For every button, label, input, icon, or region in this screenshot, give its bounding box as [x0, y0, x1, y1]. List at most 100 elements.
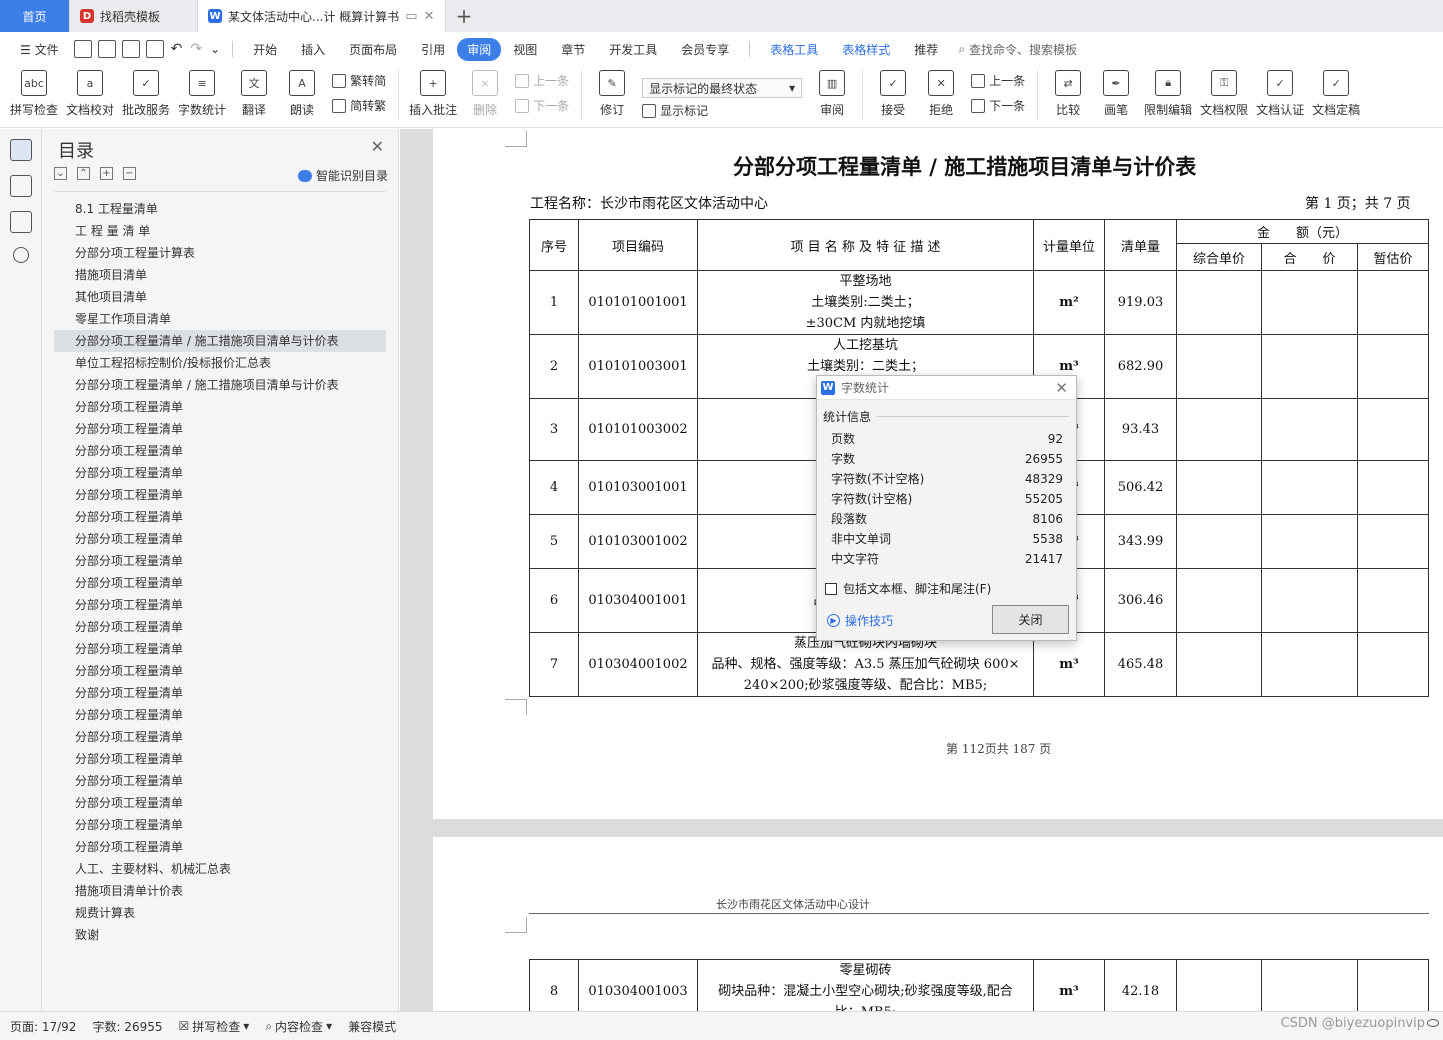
toc-item[interactable]: 分部分项工程量清单 [54, 726, 386, 748]
new-tab-button[interactable]: + [446, 0, 482, 32]
menu-insert[interactable]: 插入 [289, 41, 337, 58]
status-page[interactable]: 页面: 17/92 [10, 1018, 76, 1035]
toc-item[interactable]: 分部分项工程量清单 [54, 484, 386, 506]
toc-item[interactable]: 人工、主要材料、机械汇总表 [54, 858, 386, 880]
toc-item[interactable]: 措施项目清单计价表 [54, 880, 386, 902]
status-spell-check[interactable]: ☒ 拼写检查 ▾ [179, 1018, 250, 1035]
menu-recommend[interactable]: 推荐 [902, 41, 950, 58]
tab-document[interactable]: W 某文体活动中心...计 概算计算书 ▭ ✕ [198, 0, 446, 32]
tab-home[interactable]: 首页 [0, 0, 70, 32]
translate-button[interactable]: 文翻译 [230, 66, 278, 118]
toc-item[interactable]: 分部分项工程量清单 [54, 704, 386, 726]
tips-link[interactable]: ▶ 操作技巧 [827, 612, 893, 629]
expand-all-icon[interactable]: ⌃ [77, 167, 90, 180]
pen-button[interactable]: ✒ 画笔 [1092, 66, 1140, 118]
file-menu[interactable]: ☰ 文件 [8, 41, 71, 58]
word-count-button[interactable]: ≡ 字数统计 [174, 66, 230, 118]
toc-item[interactable]: 致谢 [54, 924, 386, 946]
correction-service-button[interactable]: ✓ 批改服务 [118, 66, 174, 118]
monitor-icon[interactable]: ▭ [405, 9, 417, 24]
toc-item[interactable]: 单位工程招标控制价/投标报价汇总表 [54, 352, 386, 374]
eye-icon[interactable] [1427, 1019, 1439, 1027]
status-word-count[interactable]: 字数: 26955 [92, 1018, 162, 1035]
toc-item[interactable]: 分部分项工程量清单 [54, 440, 386, 462]
review-pane-button[interactable]: ▥ 审阅 [808, 66, 856, 118]
toc-item[interactable]: 分部分项工程量清单 [54, 594, 386, 616]
close-icon[interactable]: ✕ [371, 137, 384, 156]
toc-item[interactable]: 分部分项工程量清单 [54, 616, 386, 638]
print-preview-icon[interactable] [145, 40, 164, 58]
menu-reference[interactable]: 引用 [409, 41, 457, 58]
tab-template[interactable]: D 找稻壳模板 [70, 0, 198, 32]
print-icon[interactable] [121, 40, 140, 58]
toc-item[interactable]: 分部分项工程量清单 / 施工措施项目清单与计价表 [54, 330, 386, 352]
proofread-button[interactable]: a 文档校对 [62, 66, 118, 118]
toc-item[interactable]: 分部分项工程量清单 [54, 528, 386, 550]
menu-layout[interactable]: 页面布局 [337, 41, 409, 58]
simp-to-trad-button[interactable]: 简转繁 [332, 97, 386, 114]
add-item-icon[interactable]: + [100, 167, 113, 180]
remove-item-icon[interactable]: − [123, 167, 136, 180]
toc-item[interactable]: 分部分项工程量清单 [54, 836, 386, 858]
prev-change-button[interactable]: 上一条 [971, 72, 1025, 89]
toc-item[interactable]: 工 程 量 清 单 [54, 220, 386, 242]
insert-comment-button[interactable]: + 插入批注 [405, 66, 461, 118]
menu-table-style[interactable]: 表格样式 [830, 41, 902, 58]
prev-comment-button[interactable]: 上一条 [515, 72, 569, 89]
smart-toc-button[interactable]: 智能识别目录 [297, 167, 388, 184]
close-icon[interactable]: ✕ [424, 9, 435, 24]
toc-item[interactable]: 分部分项工程量清单 [54, 682, 386, 704]
menu-table-tools[interactable]: 表格工具 [758, 41, 830, 58]
toc-item[interactable]: 规费计算表 [54, 902, 386, 924]
accept-button[interactable]: ✓ 接受 [869, 66, 917, 118]
toc-item[interactable]: 其他项目清单 [54, 286, 386, 308]
quick-access-dropdown-icon[interactable]: ⌄ [210, 42, 220, 56]
undo-icon[interactable]: ↶ [171, 41, 183, 57]
reject-button[interactable]: ✕ 拒绝 [917, 66, 965, 118]
toc-item[interactable]: 分部分项工程量计算表 [54, 242, 386, 264]
menu-member[interactable]: 会员专享 [669, 41, 741, 58]
compare-button[interactable]: ⇄ 比较 [1044, 66, 1092, 118]
trad-to-simp-button[interactable]: 繁转简 [332, 72, 386, 89]
command-search[interactable]: ⌕ 查找命令、搜索模板 [958, 41, 1077, 58]
toc-item[interactable]: 8.1 工程量清单 [54, 198, 386, 220]
redo-icon[interactable]: ↷ [190, 41, 202, 57]
search-icon[interactable] [12, 247, 29, 263]
toc-item[interactable]: 分部分项工程量清单 [54, 660, 386, 682]
toc-item[interactable]: 分部分项工程量清单 [54, 418, 386, 440]
toc-item[interactable]: 零星工作项目清单 [54, 308, 386, 330]
chapter-nav-icon[interactable] [9, 175, 32, 197]
save-icon[interactable] [73, 40, 92, 58]
menu-review[interactable]: 审阅 [457, 37, 502, 61]
doc-certify-button[interactable]: ✓ 文档认证 [1252, 66, 1308, 118]
next-change-button[interactable]: 下一条 [971, 97, 1025, 114]
collapse-all-icon[interactable]: ⌄ [54, 167, 67, 180]
toc-icon[interactable] [9, 139, 32, 161]
show-markup-button[interactable]: 显示标记 [642, 102, 802, 119]
restrict-editing-button[interactable]: 🔒︎ 限制编辑 [1140, 66, 1196, 118]
menu-start[interactable]: 开始 [241, 41, 289, 58]
toc-item[interactable]: 分部分项工程量清单 [54, 638, 386, 660]
checkbox-box[interactable] [825, 582, 837, 595]
toc-item[interactable]: 分部分项工程量清单 / 施工措施项目清单与计价表 [54, 374, 386, 396]
dialog-close-button[interactable]: 关闭 [992, 605, 1069, 634]
menu-chapter[interactable]: 章节 [549, 41, 597, 58]
menu-dev-tools[interactable]: 开发工具 [597, 41, 669, 58]
menu-view[interactable]: 视图 [501, 41, 549, 58]
doc-permission-button[interactable]: ⚿ 文档权限 [1196, 66, 1252, 118]
close-icon[interactable]: ✕ [1055, 379, 1068, 397]
dialog-titlebar[interactable]: W 字数统计 [817, 376, 1076, 400]
markup-state-select[interactable]: 显示标记的最终状态 ▾ [642, 78, 803, 98]
toc-item[interactable]: 分部分项工程量清单 [54, 506, 386, 528]
toc-item[interactable]: 分部分项工程量清单 [54, 462, 386, 484]
toc-item[interactable]: 分部分项工程量清单 [54, 814, 386, 836]
toc-item[interactable]: 分部分项工程量清单 [54, 572, 386, 594]
next-comment-button[interactable]: 下一条 [515, 97, 569, 114]
toc-item[interactable]: 分部分项工程量清单 [54, 550, 386, 572]
export-pdf-icon[interactable] [97, 40, 116, 58]
spell-check-button[interactable]: abc 拼写检查 [6, 66, 62, 118]
toc-item[interactable]: 分部分项工程量清单 [54, 792, 386, 814]
toc-item[interactable]: 分部分项工程量清单 [54, 770, 386, 792]
doc-finalize-button[interactable]: ✓ 文档定稿 [1308, 66, 1364, 118]
read-aloud-button[interactable]: A 朗读 [278, 66, 326, 118]
